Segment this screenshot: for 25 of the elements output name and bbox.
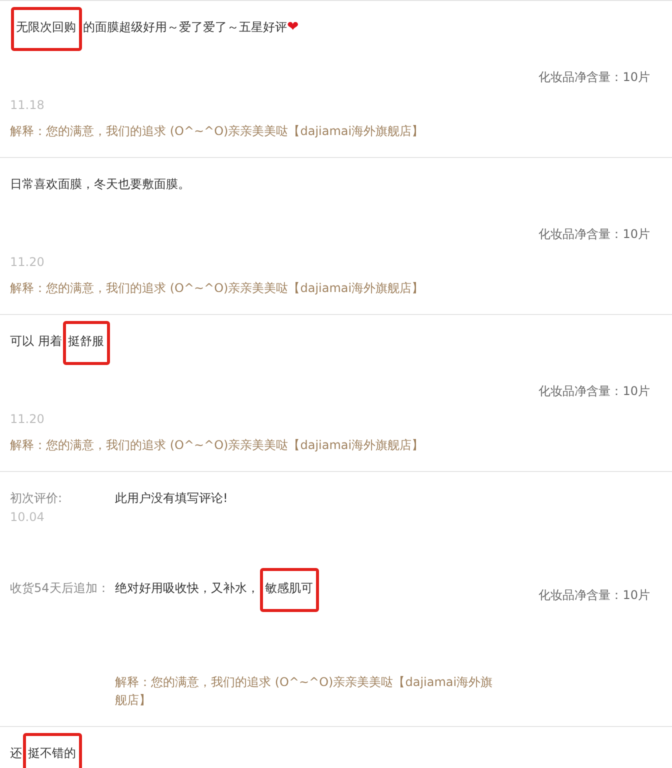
review-label: 初次评价: xyxy=(10,490,64,507)
review-date: 10.04 xyxy=(10,509,46,526)
review-text: 还 xyxy=(10,746,22,760)
product-spec: 化妆品净含量：10片 xyxy=(538,69,650,86)
review-date: 11.18 xyxy=(10,97,46,114)
heart-icon: ❤ xyxy=(287,19,299,35)
highlighted-text: 挺不错的 xyxy=(23,733,82,768)
product-spec: 化妆品净含量：10片 xyxy=(538,587,650,604)
highlighted-text: 敏感肌可 xyxy=(260,568,319,612)
review-text: 绝对好用吸收快，又补水， xyxy=(115,581,259,595)
review-text: 可以 用着 xyxy=(10,334,62,348)
seller-reply: 解释：您的满意，我们的追求 (O^~^O)亲亲美美哒【dajiamai海外旗舰店】 xyxy=(115,674,494,709)
seller-reply: 解释：您的满意，我们的追求 (O^~^O)亲亲美美哒【dajiamai海外旗舰店】 xyxy=(10,437,425,454)
seller-reply: 解释：您的满意，我们的追求 (O^~^O)亲亲美美哒【dajiamai海外旗舰店】 xyxy=(10,280,425,297)
review-date: 11.20 xyxy=(10,254,46,271)
review-label: 收货54天后追加： xyxy=(10,580,110,597)
highlighted-text: 挺舒服 xyxy=(62,321,110,365)
review-date: 11.20 xyxy=(10,411,46,428)
review-text: 此用户没有填写评论! xyxy=(115,491,228,505)
review-text: 的面膜超级好用～爱了爱了～五星好评 xyxy=(83,20,287,34)
product-spec: 化妆品净含量：10片 xyxy=(538,226,650,243)
highlighted-text: 无限次回购 xyxy=(11,7,82,51)
product-spec: 化妆品净含量：10片 xyxy=(538,383,650,400)
review-text: 日常喜欢面膜，冬天也要敷面膜。 xyxy=(10,177,190,191)
seller-reply: 解释：您的满意，我们的追求 (O^~^O)亲亲美美哒【dajiamai海外旗舰店】 xyxy=(10,123,425,140)
